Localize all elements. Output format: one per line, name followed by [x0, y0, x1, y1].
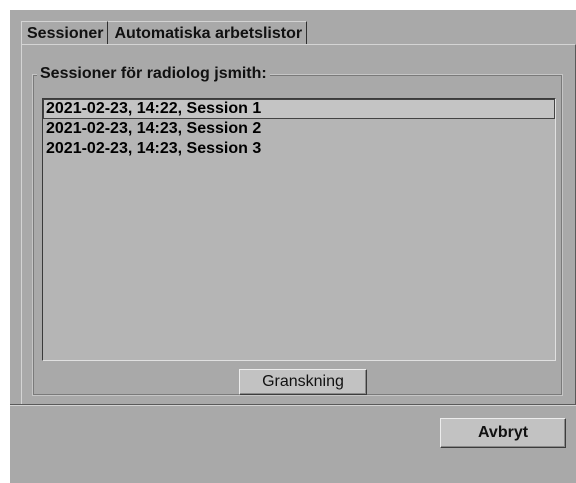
tab-page-sessions: Sessioner för radiolog jsmith: 2021-02-2…	[21, 44, 576, 405]
review-button[interactable]: Granskning	[239, 369, 367, 395]
divider	[10, 404, 576, 406]
tab-strip: Sessioner Automatiska arbetslistor	[21, 21, 308, 45]
list-item-session-3[interactable]: 2021-02-23, 14:23, Session 3	[43, 139, 555, 159]
tab-sessions[interactable]: Sessioner	[21, 21, 109, 45]
cancel-button[interactable]: Avbryt	[440, 418, 566, 448]
list-item-session-2[interactable]: 2021-02-23, 14:23, Session 2	[43, 119, 555, 139]
sessions-group-title: Sessioner för radiolog jsmith:	[37, 64, 270, 84]
session-list[interactable]: 2021-02-23, 14:22, Session 1 2021-02-23,…	[42, 98, 556, 361]
tab-automatic-worklists[interactable]: Automatiska arbetslistor	[108, 21, 308, 45]
list-item-session-1[interactable]: 2021-02-23, 14:22, Session 1	[43, 99, 555, 119]
session-dialog: Sessioner Automatiska arbetslistor Sessi…	[10, 10, 576, 483]
